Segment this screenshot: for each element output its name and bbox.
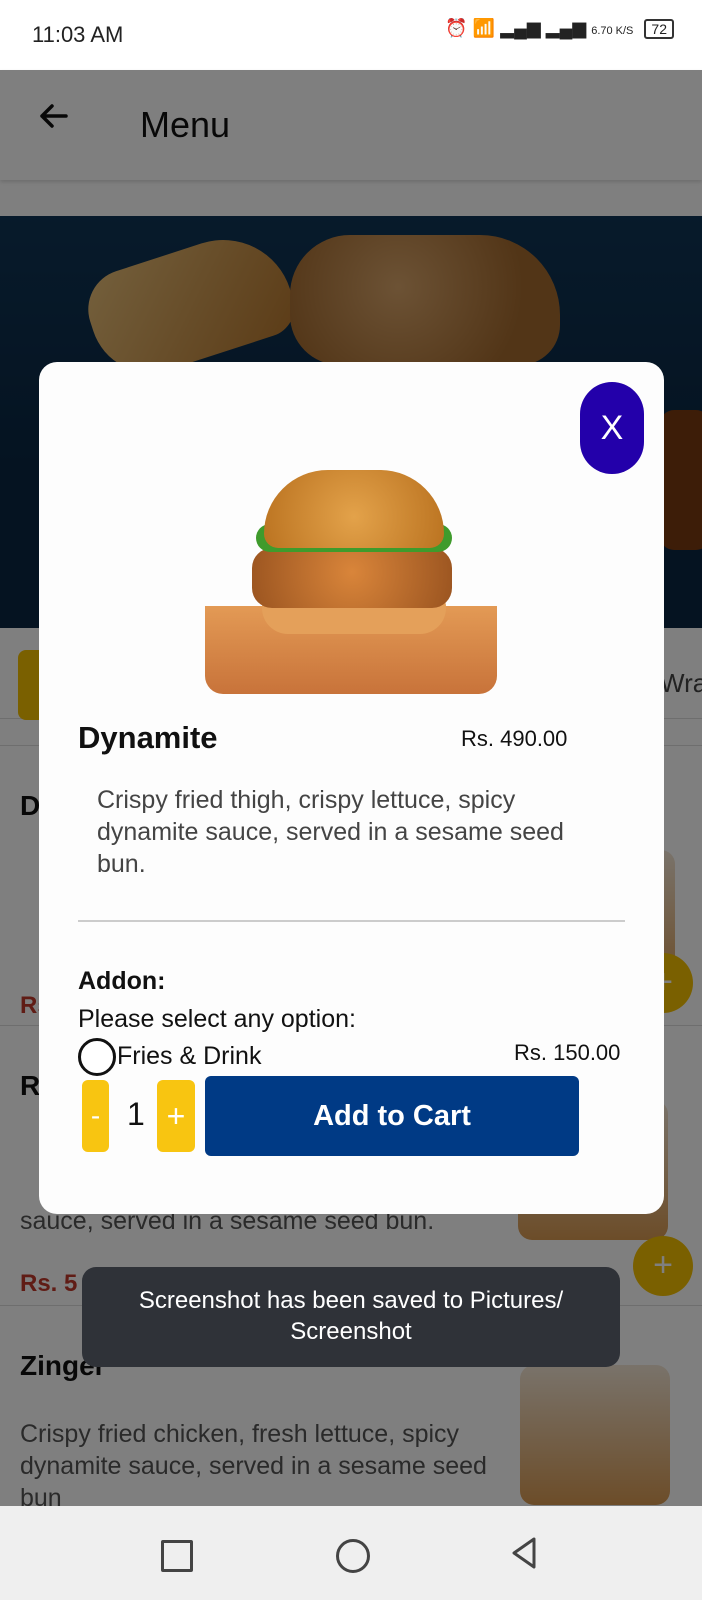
quantity-increment-button[interactable]: + (157, 1080, 195, 1152)
volte-signal-icon: ▂▄▆ (545, 18, 587, 38)
status-time: 11:03 AM (32, 22, 124, 47)
quantity-decrement-button[interactable]: - (82, 1080, 109, 1152)
status-icons: ⏰ 📶 ▂▄▆ ▂▄▆ 6.70 K/S 72 (445, 18, 674, 39)
product-price: Rs. 490.00 (461, 726, 568, 751)
divider (78, 920, 625, 922)
quantity-value: 1 (127, 1096, 145, 1132)
burger-image-bun-top (264, 470, 444, 548)
addon-radio[interactable] (78, 1038, 116, 1076)
add-to-cart-button[interactable]: Add to Cart (205, 1076, 579, 1156)
product-description: Crispy fried thigh, crispy lettuce, spic… (97, 786, 564, 878)
addon-option-label[interactable]: Fries & Drink (117, 1042, 261, 1071)
home-icon[interactable] (336, 1539, 370, 1573)
addon-option-price: Rs. 150.00 (514, 1040, 621, 1065)
addon-title: Addon: (78, 967, 166, 995)
burger-image-patty (252, 548, 452, 608)
network-speed: 6.70 K/S (591, 25, 634, 37)
wifi-icon: 📶 (472, 18, 496, 38)
product-name: Dynamite (78, 720, 218, 755)
recent-apps-icon[interactable] (161, 1540, 193, 1572)
battery-icon: 72 (644, 19, 674, 39)
addon-prompt: Please select any option: (78, 1005, 356, 1033)
alarm-icon: ⏰ (445, 18, 468, 38)
close-button[interactable]: X (580, 382, 644, 474)
back-icon[interactable] (508, 1535, 540, 1571)
volte-signal-icon: ▂▄▆ (500, 18, 541, 38)
toast-message: Screenshot has been saved to Pictures/ S… (82, 1267, 620, 1367)
